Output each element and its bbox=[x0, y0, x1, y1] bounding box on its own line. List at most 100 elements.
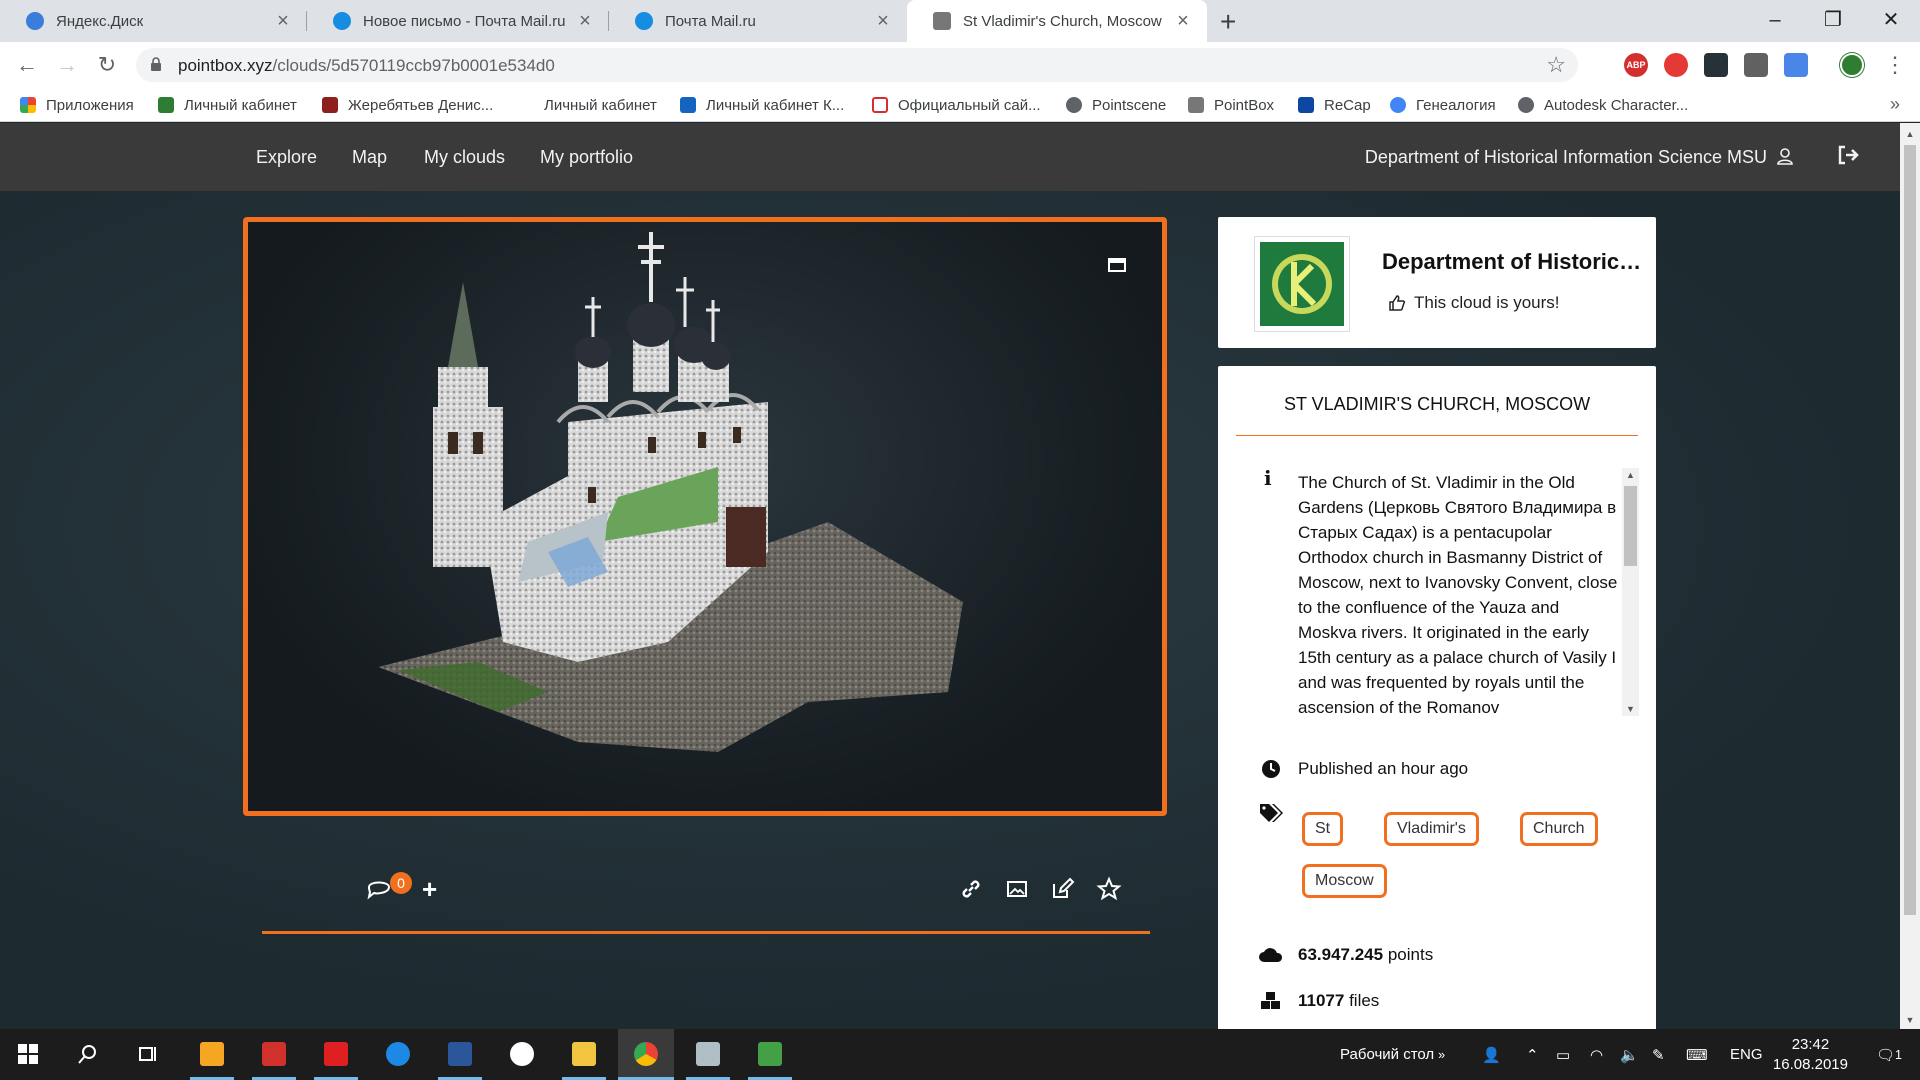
bookmark-item[interactable]: Autodesk Character... bbox=[1518, 94, 1688, 116]
mail-ru-icon bbox=[333, 12, 351, 30]
tag-st[interactable]: St bbox=[1302, 812, 1344, 846]
search-button[interactable] bbox=[60, 1029, 116, 1080]
tab-title: Яндекс.Диск bbox=[56, 12, 144, 30]
taskbar-app-chrome[interactable] bbox=[618, 1029, 674, 1080]
desktop-toolbar-label[interactable]: Рабочий стол» bbox=[1340, 1029, 1445, 1080]
share-link-icon[interactable] bbox=[958, 876, 984, 902]
adblock-plus-icon[interactable]: ABP bbox=[1624, 53, 1648, 77]
scroll-down-arrow[interactable]: ▼ bbox=[1622, 704, 1639, 714]
user-account-link[interactable]: Department of Historical Information Sci… bbox=[1365, 147, 1794, 168]
scroll-thumb[interactable] bbox=[1624, 486, 1637, 566]
thumbs-up-icon bbox=[1389, 295, 1406, 311]
taskbar-app-explorer[interactable] bbox=[556, 1029, 612, 1080]
bookmark-apps[interactable]: Приложения bbox=[20, 94, 134, 116]
volume-icon[interactable]: 🔈 bbox=[1620, 1029, 1639, 1080]
sketchup-icon bbox=[262, 1042, 286, 1066]
bookmark-favicon bbox=[322, 97, 338, 113]
scroll-up-arrow[interactable]: ▲ bbox=[1900, 129, 1920, 139]
close-icon[interactable]: × bbox=[271, 10, 295, 33]
favorite-star-icon[interactable] bbox=[1096, 876, 1122, 902]
taskbar-app-edge[interactable] bbox=[370, 1029, 426, 1080]
notifications-icon[interactable]: 🗨 1 bbox=[1876, 1029, 1902, 1080]
taskbar-app-red[interactable] bbox=[308, 1029, 364, 1080]
app-icon bbox=[324, 1042, 348, 1066]
tab-st-vladimirs-church[interactable]: St Vladimir's Church, Moscow × bbox=[907, 0, 1207, 42]
image-icon[interactable] bbox=[1004, 876, 1030, 902]
tab-yandex-disk[interactable]: Яндекс.Диск × bbox=[0, 0, 307, 42]
browser-toolbar: ← → ↻ pointbox.xyz/clouds/5d570119ccb97b… bbox=[0, 42, 1920, 88]
owner-card: Department of Historical Information Sci… bbox=[1218, 217, 1656, 348]
close-icon[interactable]: × bbox=[573, 10, 597, 33]
nav-my-portfolio[interactable]: My portfolio bbox=[540, 147, 633, 168]
bookmark-item[interactable]: Жеребятьев Денис... bbox=[322, 94, 493, 116]
edit-icon[interactable] bbox=[1050, 876, 1076, 902]
taskbar-app-sketchup[interactable] bbox=[246, 1029, 302, 1080]
window-close-button[interactable]: ✕ bbox=[1862, 0, 1920, 42]
address-bar[interactable]: pointbox.xyz/clouds/5d570119ccb97b0001e5… bbox=[136, 48, 1578, 82]
tag-vladimirs[interactable]: Vladimir's bbox=[1384, 812, 1479, 846]
start-button[interactable] bbox=[0, 1029, 56, 1080]
scroll-up-arrow[interactable]: ▲ bbox=[1622, 470, 1639, 480]
wifi-icon[interactable]: ◠ bbox=[1590, 1029, 1603, 1080]
stop-extension-icon[interactable] bbox=[1664, 53, 1688, 77]
bookmark-item[interactable]: Pointscene bbox=[1066, 94, 1166, 116]
language-indicator[interactable]: ENG bbox=[1730, 1029, 1763, 1080]
taskbar-app-printer[interactable] bbox=[680, 1029, 736, 1080]
scroll-thumb[interactable] bbox=[1904, 145, 1916, 915]
pointbox-icon bbox=[933, 12, 951, 30]
back-button[interactable]: ← bbox=[12, 50, 42, 80]
add-comment-button[interactable]: + bbox=[422, 874, 437, 905]
cube-extension-icon[interactable] bbox=[1704, 53, 1728, 77]
bookmark-item[interactable]: Личный кабинет К... bbox=[680, 94, 844, 116]
bookmark-item[interactable]: PointBox bbox=[1188, 94, 1274, 116]
maximize-button[interactable]: ❐ bbox=[1804, 0, 1862, 42]
bookmark-item[interactable]: Личный кабинет bbox=[158, 94, 297, 116]
bookmark-item[interactable]: Личный кабинет bbox=[544, 94, 657, 116]
tray-expand-icon[interactable]: ⌃ bbox=[1526, 1029, 1539, 1080]
taskbar-app-word[interactable] bbox=[432, 1029, 488, 1080]
minimize-button[interactable]: – bbox=[1746, 0, 1804, 42]
document-extension-icon[interactable] bbox=[1744, 53, 1768, 77]
taskbar-app-yandex[interactable] bbox=[494, 1029, 550, 1080]
owner-name[interactable]: Department of Historical Information Sci… bbox=[1382, 249, 1642, 275]
bookmark-star-icon[interactable]: ☆ bbox=[1546, 52, 1566, 78]
taskbar-app-notes[interactable] bbox=[184, 1029, 240, 1080]
owner-avatar[interactable] bbox=[1254, 236, 1350, 332]
apps-grid-icon bbox=[20, 97, 36, 113]
tag-moscow[interactable]: Moscow bbox=[1302, 864, 1387, 898]
point-cloud-viewer[interactable] bbox=[243, 217, 1167, 816]
tag-church[interactable]: Church bbox=[1520, 812, 1598, 846]
fullscreen-button[interactable] bbox=[1108, 258, 1126, 272]
keyboard-icon[interactable]: ⌨ bbox=[1686, 1029, 1708, 1080]
pen-icon[interactable]: ✎ bbox=[1652, 1029, 1665, 1080]
browser-tab-strip: Яндекс.Диск × Новое письмо - Почта Mail.… bbox=[0, 0, 1920, 42]
system-clock[interactable]: 23:42 16.08.2019 bbox=[1773, 1035, 1848, 1075]
comments-icon[interactable] bbox=[366, 876, 392, 902]
people-icon[interactable]: 👤 bbox=[1482, 1029, 1501, 1080]
taskbar-app-photos[interactable] bbox=[742, 1029, 798, 1080]
tab-mail-ru[interactable]: Почта Mail.ru × bbox=[609, 0, 907, 42]
page-scrollbar[interactable]: ▲ ▼ bbox=[1900, 123, 1920, 1029]
close-icon[interactable]: × bbox=[1171, 10, 1195, 33]
bookmarks-overflow-icon[interactable]: » bbox=[1890, 94, 1900, 115]
logout-icon[interactable] bbox=[1836, 143, 1860, 167]
task-view-button[interactable] bbox=[120, 1029, 176, 1080]
scroll-down-arrow[interactable]: ▼ bbox=[1900, 1015, 1920, 1025]
profile-avatar-icon[interactable] bbox=[1840, 53, 1864, 77]
nav-my-clouds[interactable]: My clouds bbox=[424, 147, 505, 168]
description-scrollbar[interactable]: ▲ ▼ bbox=[1622, 468, 1639, 716]
translate-extension-icon[interactable] bbox=[1784, 53, 1808, 77]
bookmark-item[interactable]: Официальный сай... bbox=[872, 94, 1041, 116]
bookmark-item[interactable]: Генеалогия bbox=[1390, 94, 1496, 116]
menu-kebab-icon[interactable]: ⋮ bbox=[1880, 50, 1910, 80]
reload-button[interactable]: ↻ bbox=[92, 50, 122, 80]
nav-explore[interactable]: Explore bbox=[256, 147, 317, 168]
new-tab-button[interactable]: + bbox=[1220, 6, 1236, 38]
battery-icon[interactable]: ▭ bbox=[1556, 1029, 1570, 1080]
cloud-title: ST VLADIMIR'S CHURCH, MOSCOW bbox=[1236, 394, 1638, 436]
tab-new-mail[interactable]: Новое письмо - Почта Mail.ru × bbox=[307, 0, 609, 42]
forward-button[interactable]: → bbox=[52, 50, 82, 80]
close-icon[interactable]: × bbox=[871, 10, 895, 33]
bookmark-item[interactable]: ReCap bbox=[1298, 94, 1371, 116]
nav-map[interactable]: Map bbox=[352, 147, 387, 168]
